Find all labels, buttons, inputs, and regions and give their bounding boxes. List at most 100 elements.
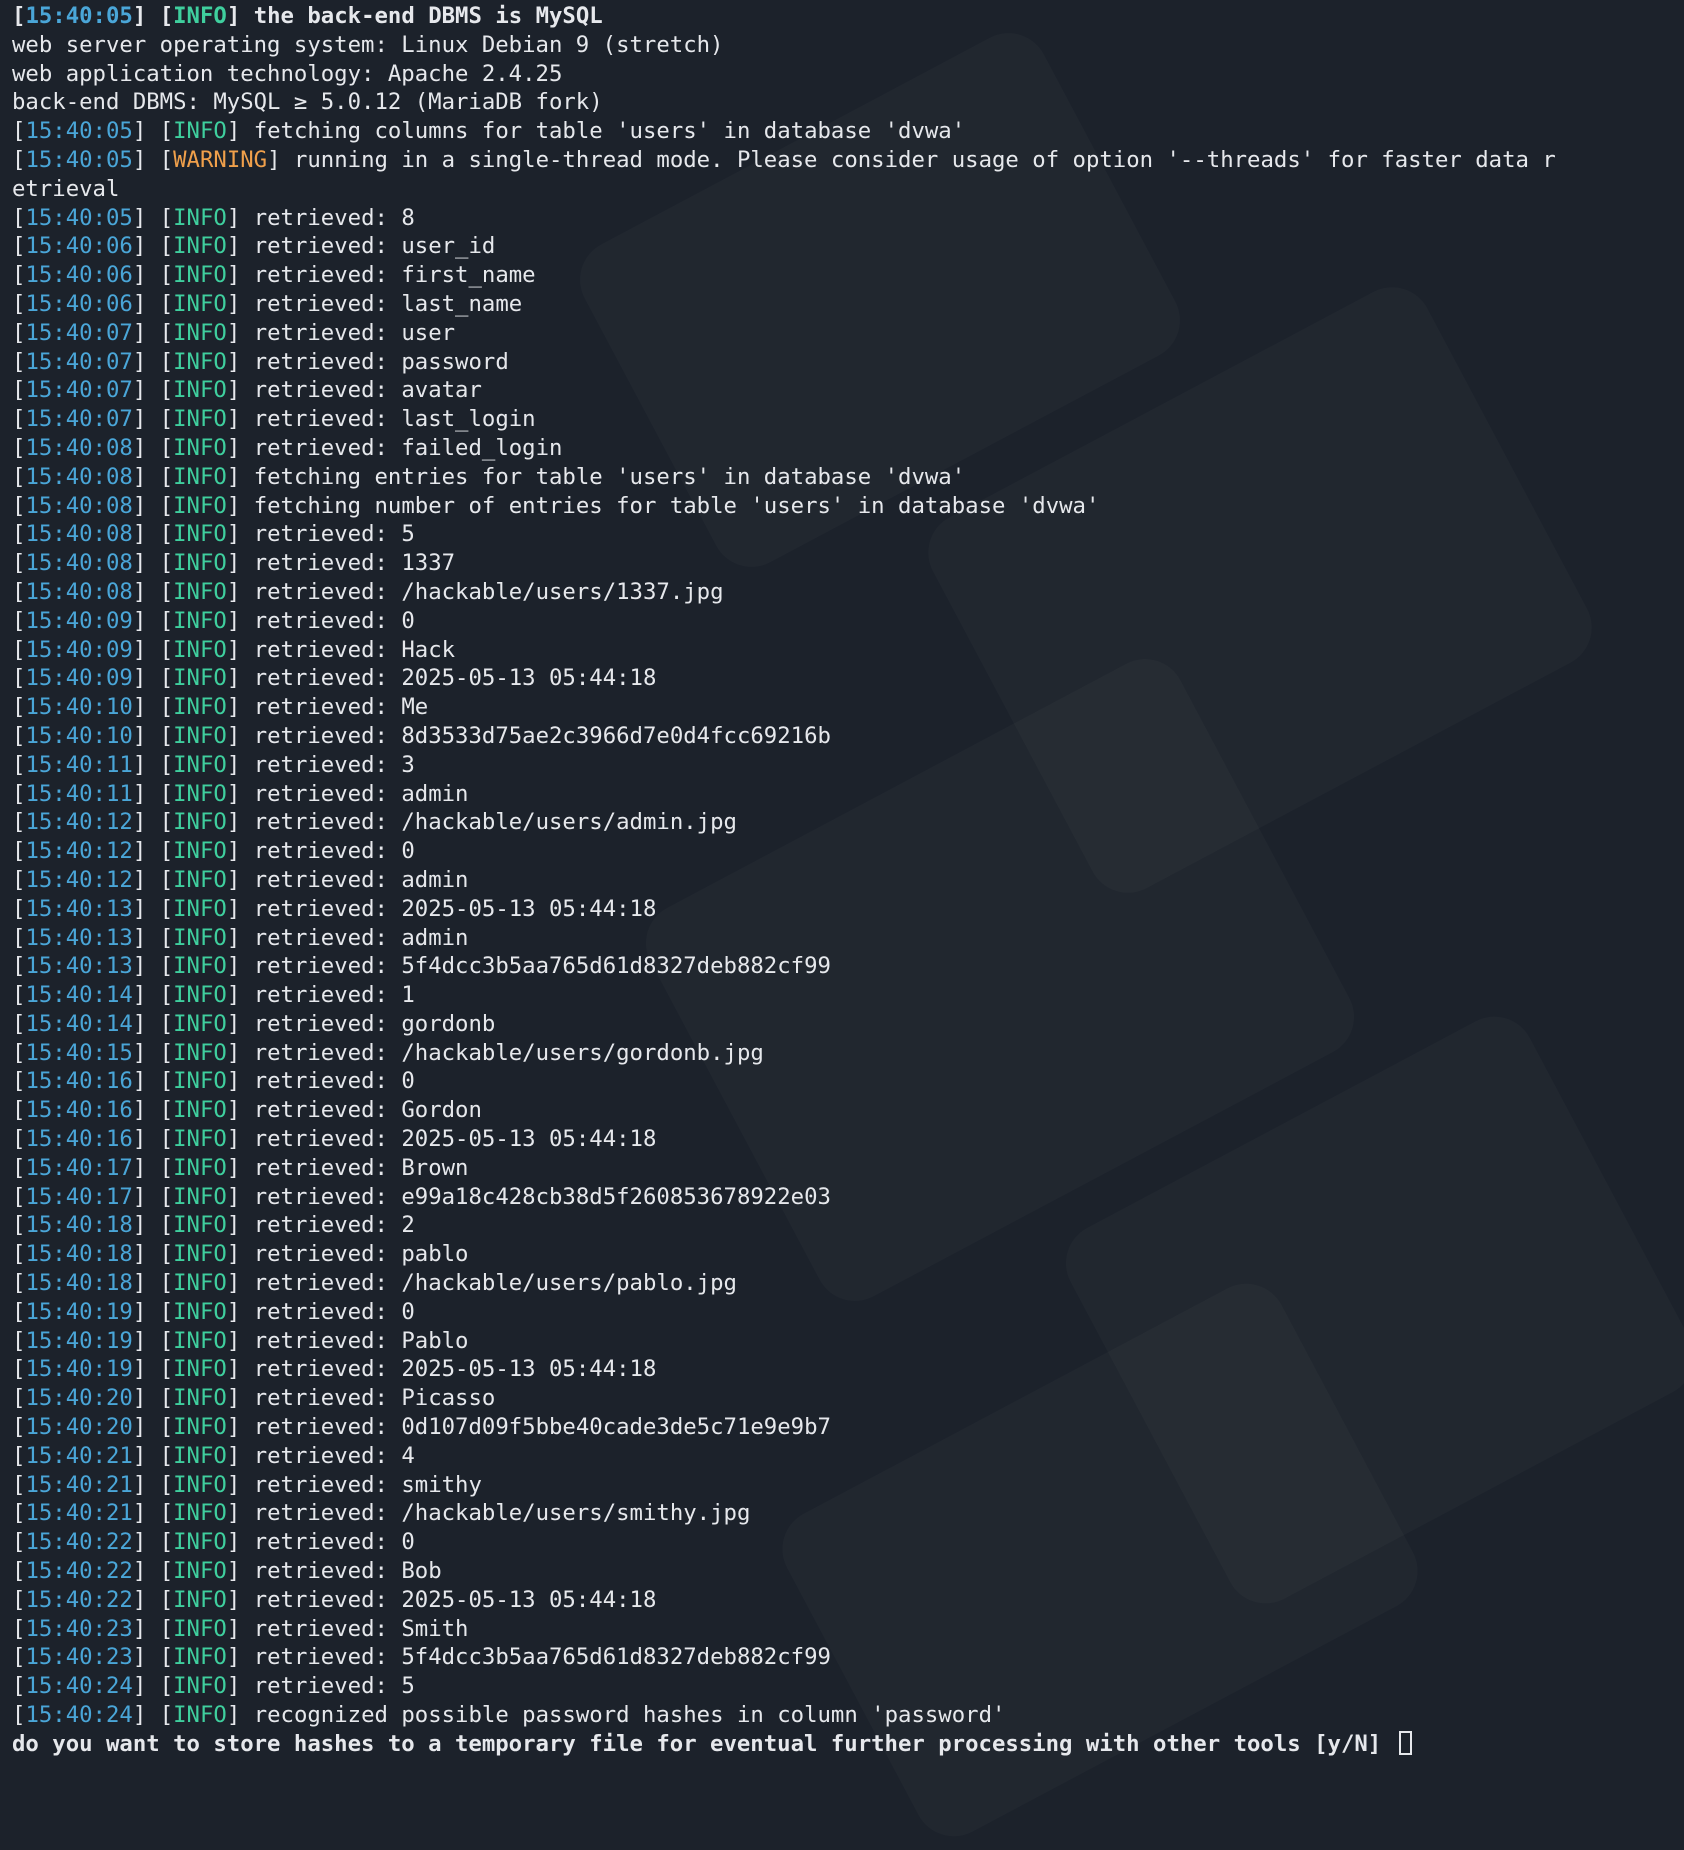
log-line: [15:40:10] [INFO] retrieved: Me	[12, 693, 1672, 722]
terminal-output[interactable]: [15:40:05] [INFO] the back-end DBMS is M…	[0, 0, 1684, 1768]
log-line: [15:40:05] [INFO] fetching columns for t…	[12, 117, 1672, 146]
log-message: retrieved: Picasso	[253, 1385, 496, 1412]
terminal-window[interactable]: { "colors": { "background": "#1c222b", "…	[0, 0, 1684, 1768]
bracket: ]	[226, 694, 254, 721]
bracket: ] [	[132, 319, 174, 346]
info-level-tag: INFO	[173, 3, 227, 29]
bracket: [	[12, 146, 26, 173]
log-line: [15:40:13] [INFO] retrieved: 5f4dcc3b5aa…	[12, 952, 1672, 981]
log-line: [15:40:11] [INFO] retrieved: admin	[12, 780, 1672, 809]
info-level-tag: INFO	[173, 1529, 227, 1556]
bracket: ] [	[132, 866, 174, 893]
timestamp: 15:40:13	[25, 895, 133, 922]
info-level-tag: INFO	[173, 1471, 227, 1498]
info-level-tag: INFO	[173, 492, 227, 519]
bracket: ]	[226, 866, 254, 893]
timestamp: 15:40:16	[25, 1097, 133, 1124]
bracket: ] [	[132, 636, 174, 663]
bracket: [	[12, 1241, 26, 1268]
bracket: ]	[226, 722, 254, 749]
log-message: retrieved: 2025-05-13 05:44:18	[253, 1126, 657, 1153]
info-level-tag: INFO	[173, 550, 227, 577]
bracket: [	[12, 1702, 26, 1729]
timestamp: 15:40:08	[25, 434, 133, 461]
info-level-tag: INFO	[173, 1097, 227, 1124]
bracket: ] [	[132, 550, 174, 577]
bracket: [	[12, 204, 26, 231]
timestamp: 15:40:21	[25, 1442, 133, 1469]
timestamp: 15:40:11	[25, 751, 133, 778]
input-prompt[interactable]: do you want to store hashes to a tempora…	[12, 1730, 1672, 1759]
info-level-tag: INFO	[173, 463, 227, 490]
log-line: [15:40:07] [INFO] retrieved: user	[12, 319, 1672, 348]
bracket: [	[12, 1154, 26, 1181]
log-line: [15:40:08] [INFO] retrieved: /hackable/u…	[12, 578, 1672, 607]
bracket: [	[12, 1183, 26, 1210]
log-line: [15:40:10] [INFO] retrieved: 8d3533d75ae…	[12, 722, 1672, 751]
log-line: [15:40:24] [INFO] recognized possible pa…	[12, 1701, 1672, 1730]
bracket: ]	[226, 1183, 254, 1210]
log-line: [15:40:22] [INFO] retrieved: Bob	[12, 1557, 1672, 1586]
bracket: ]	[226, 434, 254, 461]
bracket: [	[12, 1673, 26, 1700]
log-line: [15:40:14] [INFO] retrieved: gordonb	[12, 1010, 1672, 1039]
log-message: retrieved: 2025-05-13 05:44:18	[253, 1586, 657, 1613]
bracket: ]	[226, 406, 254, 433]
timestamp: 15:40:21	[25, 1500, 133, 1527]
timestamp: 15:40:10	[25, 722, 133, 749]
bracket: ]	[226, 1010, 254, 1037]
timestamp: 15:40:09	[25, 636, 133, 663]
bracket: [	[12, 809, 26, 836]
bracket: ] [	[132, 665, 174, 692]
log-message: retrieved: 4	[253, 1442, 415, 1469]
log-line: [15:40:22] [INFO] retrieved: 0	[12, 1528, 1672, 1557]
log-line: [15:40:12] [INFO] retrieved: /hackable/u…	[12, 808, 1672, 837]
bracket: ]	[226, 1442, 254, 1469]
warning-level-tag: WARNING	[173, 146, 268, 173]
log-message: retrieved: /hackable/users/gordonb.jpg	[253, 1039, 764, 1066]
bracket: [	[12, 521, 26, 548]
bracket: ] [	[132, 1068, 174, 1095]
bracket: ]	[226, 1068, 254, 1095]
timestamp: 15:40:22	[25, 1529, 133, 1556]
bracket: [	[12, 3, 26, 29]
log-message: retrieved: 8	[253, 204, 415, 231]
bracket: [	[12, 1298, 26, 1325]
info-level-tag: INFO	[173, 1327, 227, 1354]
bracket: [	[12, 1385, 26, 1412]
info-level-tag: INFO	[173, 1414, 227, 1441]
info-level-tag: INFO	[173, 751, 227, 778]
bracket: ] [	[132, 1270, 174, 1297]
info-level-tag: INFO	[173, 290, 227, 317]
log-message: retrieved: 5f4dcc3b5aa765d61d8327deb882c…	[253, 953, 831, 980]
output-text: web server operating system: Linux Debia…	[12, 31, 724, 58]
bracket: ]	[226, 607, 254, 634]
bracket: ] [	[132, 1500, 174, 1527]
bracket: [	[12, 377, 26, 404]
bracket: ]	[226, 377, 254, 404]
timestamp: 15:40:23	[25, 1615, 133, 1642]
log-line: [15:40:13] [INFO] retrieved: admin	[12, 924, 1672, 953]
timestamp: 15:40:24	[25, 1673, 133, 1700]
bracket: [	[12, 751, 26, 778]
bracket: ]	[226, 1702, 254, 1729]
log-message: retrieved: Gordon	[253, 1097, 482, 1124]
bracket: ] [	[132, 838, 174, 865]
timestamp: 15:40:12	[25, 866, 133, 893]
log-line: [15:40:09] [INFO] retrieved: 2025-05-13 …	[12, 664, 1672, 693]
bracket: ] [	[132, 1154, 174, 1181]
info-level-tag: INFO	[173, 1039, 227, 1066]
bracket: ] [	[132, 463, 174, 490]
timestamp: 15:40:14	[25, 982, 133, 1009]
bracket: ]	[226, 1500, 254, 1527]
bracket: [	[12, 118, 26, 145]
text-cursor[interactable]	[1398, 1730, 1412, 1755]
bracket: ] [	[132, 578, 174, 605]
log-message: retrieved: pablo	[253, 1241, 469, 1268]
timestamp: 15:40:05	[25, 146, 133, 173]
log-message: retrieved: Smith	[253, 1615, 469, 1642]
timestamp: 15:40:13	[25, 924, 133, 951]
timestamp: 15:40:19	[25, 1327, 133, 1354]
bracket: ] [	[132, 722, 174, 749]
info-level-tag: INFO	[173, 924, 227, 951]
